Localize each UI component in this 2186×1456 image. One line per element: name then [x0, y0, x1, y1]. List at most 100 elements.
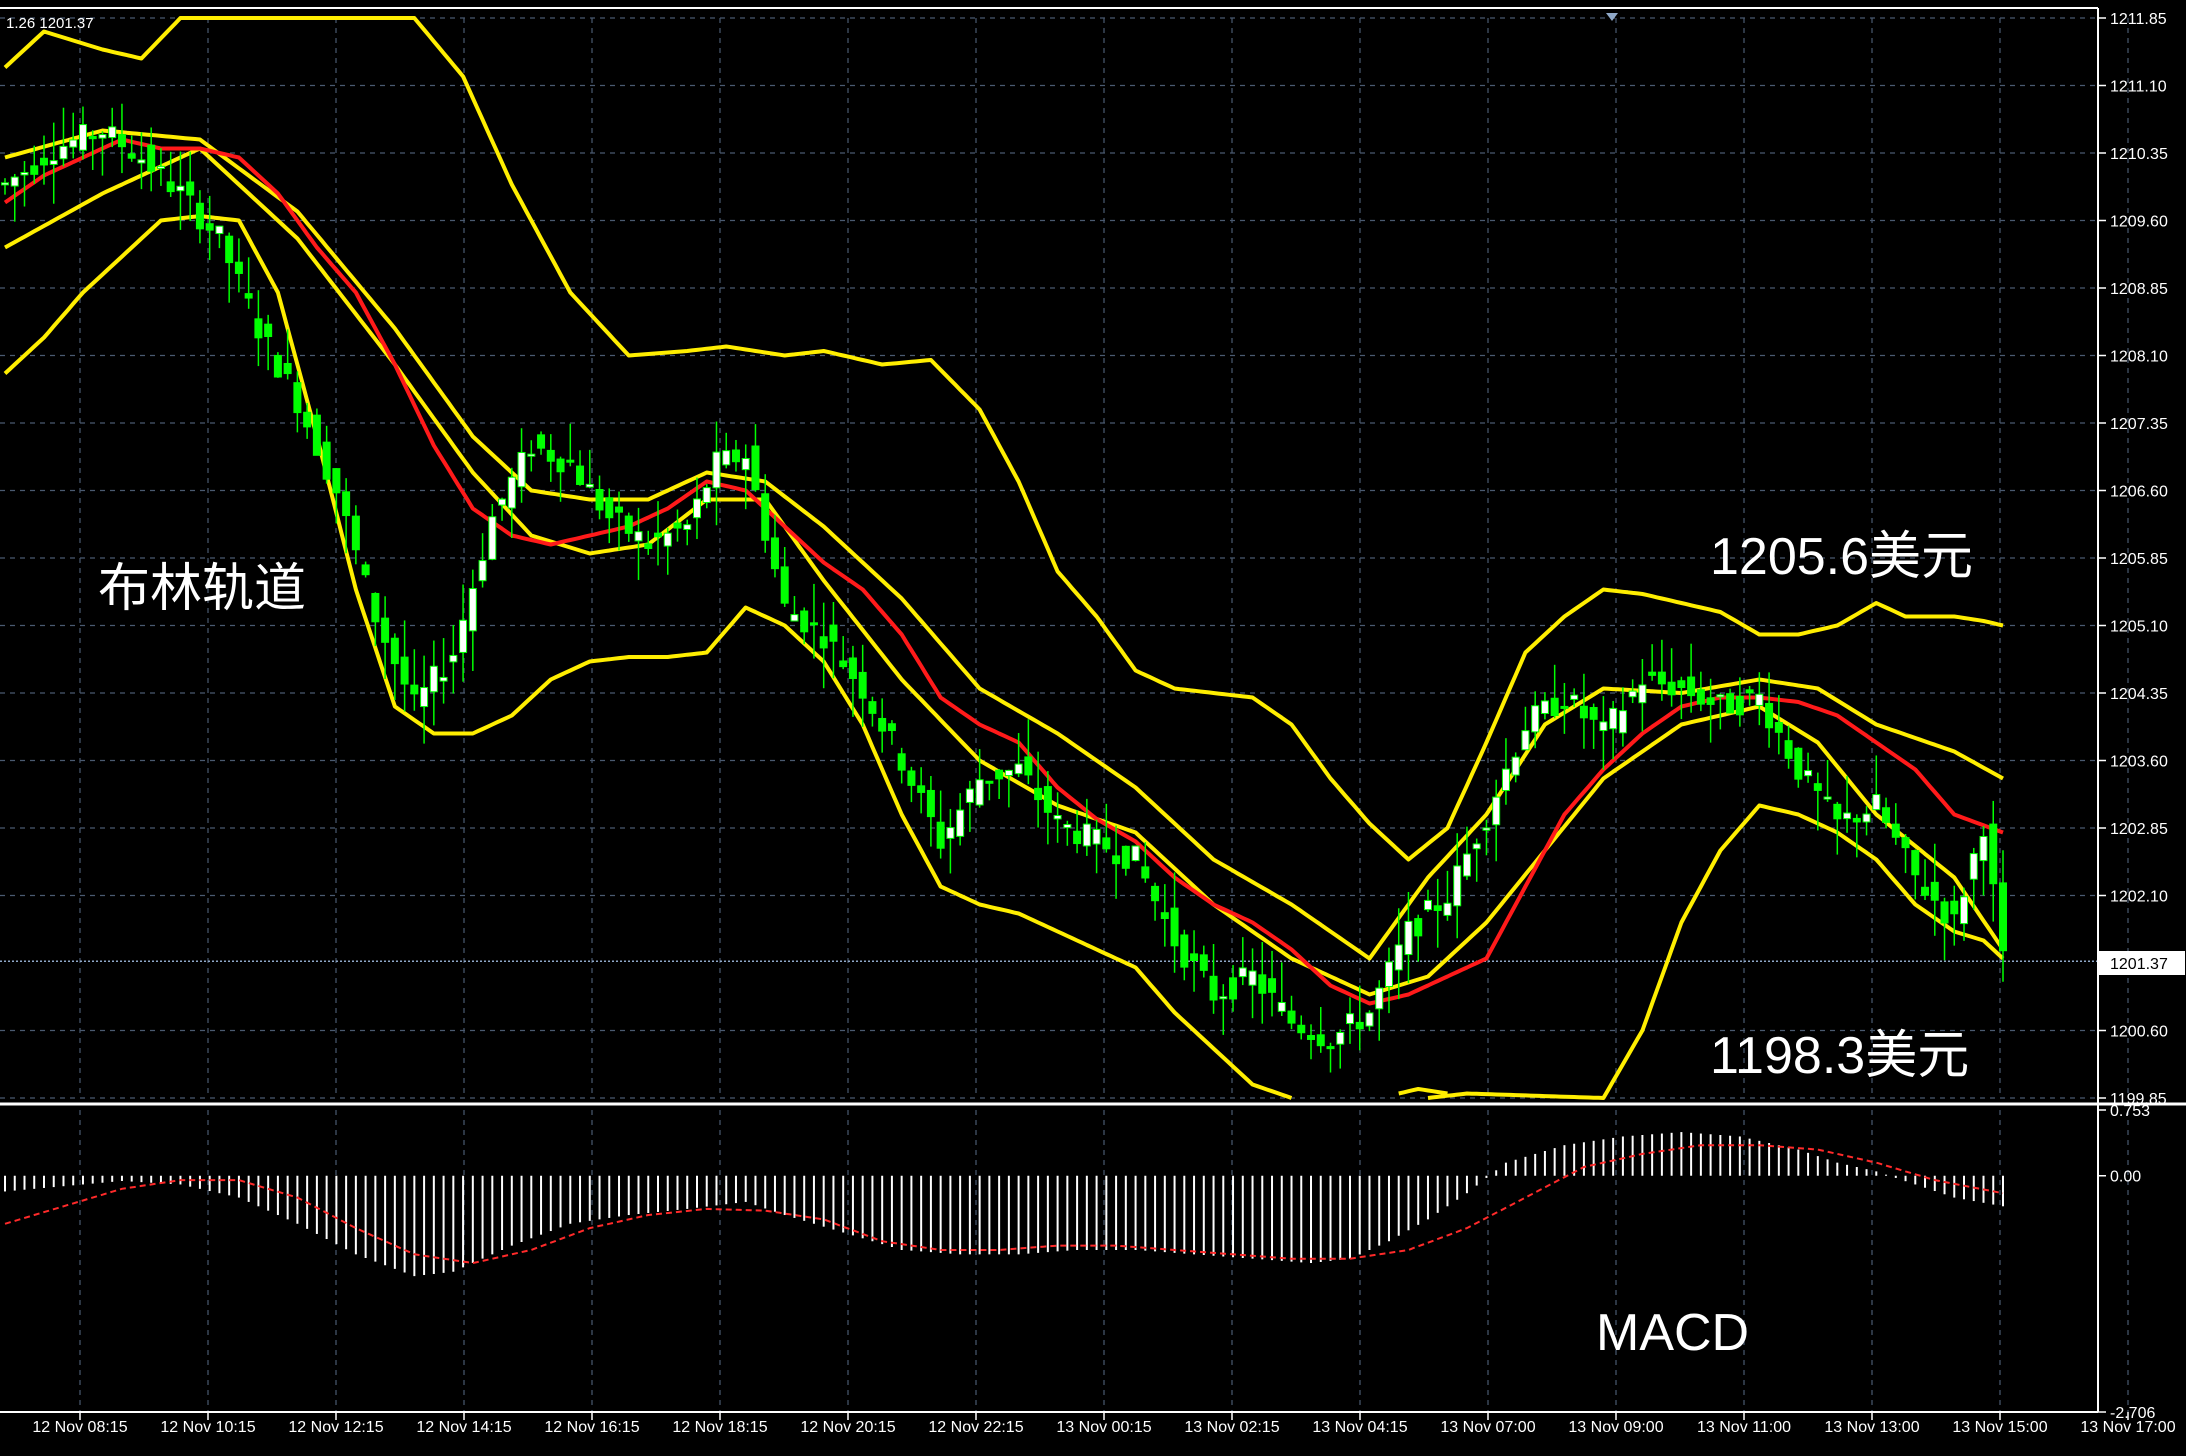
candle-up[interactable]	[1823, 796, 1832, 800]
candle-down[interactable]	[1326, 1046, 1335, 1050]
candle-up[interactable]	[98, 134, 107, 139]
candle-up[interactable]	[1521, 730, 1530, 751]
candle-up[interactable]	[59, 145, 68, 160]
candle-up[interactable]	[78, 124, 87, 151]
candle-down[interactable]	[1209, 975, 1218, 1001]
candle-down[interactable]	[254, 318, 263, 339]
candle-down[interactable]	[897, 753, 906, 771]
candle-down[interactable]	[322, 441, 331, 480]
candle-down[interactable]	[1989, 823, 1998, 885]
candle-up[interactable]	[156, 165, 165, 169]
candle-down[interactable]	[615, 506, 624, 513]
candle-down[interactable]	[887, 723, 896, 732]
candle-down[interactable]	[819, 636, 828, 649]
candle-down[interactable]	[1579, 705, 1588, 719]
candle-down[interactable]	[1190, 953, 1199, 962]
candle-down[interactable]	[342, 491, 351, 517]
candle-up[interactable]	[1404, 920, 1413, 956]
candle-down[interactable]	[1794, 747, 1803, 780]
candle-up[interactable]	[1082, 823, 1091, 847]
candle-down[interactable]	[1726, 693, 1735, 714]
candle-up[interactable]	[1394, 944, 1403, 971]
candle-up[interactable]	[108, 126, 117, 139]
candle-down[interactable]	[1229, 977, 1238, 1000]
candle-up[interactable]	[1219, 996, 1228, 1000]
candle-up[interactable]	[1462, 853, 1471, 877]
candle-up[interactable]	[1482, 827, 1491, 831]
candle-down[interactable]	[1589, 707, 1598, 720]
candle-up[interactable]	[1628, 690, 1637, 698]
candle-down[interactable]	[985, 780, 994, 784]
candle-up[interactable]	[137, 159, 146, 164]
candle-down[interactable]	[1287, 1010, 1296, 1024]
candle-up[interactable]	[1248, 970, 1257, 986]
candle-down[interactable]	[605, 497, 614, 519]
candle-up[interactable]	[1365, 1012, 1374, 1027]
candle-down[interactable]	[1307, 1034, 1316, 1040]
candle-up[interactable]	[468, 588, 477, 632]
candle-down[interactable]	[917, 785, 926, 793]
candle-up[interactable]	[1872, 794, 1881, 811]
candle-up[interactable]	[1862, 813, 1871, 823]
candle-up[interactable]	[1453, 865, 1462, 907]
trading-chart[interactable]: 1211.85 1211.10 1210.35 1209.60 1208.85 1208.…	[0, 0, 2186, 1456]
candle-down[interactable]	[731, 449, 740, 463]
candle-up[interactable]	[683, 524, 692, 530]
candle-down[interactable]	[673, 522, 682, 529]
candle-down[interactable]	[1648, 671, 1657, 676]
candle-down[interactable]	[1550, 697, 1559, 717]
candle-down[interactable]	[361, 564, 370, 576]
candle-down[interactable]	[878, 717, 887, 732]
candle-down[interactable]	[1706, 697, 1715, 705]
candle-up[interactable]	[741, 458, 750, 471]
candle-up[interactable]	[420, 687, 429, 708]
candle-down[interactable]	[654, 532, 663, 538]
candle-down[interactable]	[127, 153, 136, 159]
candle-down[interactable]	[1774, 722, 1783, 733]
candle-up[interactable]	[1618, 710, 1627, 734]
candle-down[interactable]	[595, 489, 604, 511]
candle-down[interactable]	[1950, 900, 1959, 915]
candle-down[interactable]	[332, 468, 341, 494]
candle-up[interactable]	[1599, 721, 1608, 732]
candle-up[interactable]	[507, 476, 516, 509]
candle-up[interactable]	[1131, 845, 1140, 862]
candle-down[interactable]	[936, 821, 945, 849]
candle-down[interactable]	[1170, 907, 1179, 947]
candle-up[interactable]	[965, 788, 974, 803]
candle-up[interactable]	[1843, 812, 1852, 820]
candle-down[interactable]	[1160, 912, 1169, 920]
candle-down[interactable]	[1882, 807, 1891, 823]
candle-up[interactable]	[439, 676, 448, 682]
candle-down[interactable]	[1180, 934, 1189, 968]
candle-down[interactable]	[1199, 954, 1208, 971]
candle-down[interactable]	[1433, 905, 1442, 911]
candle-down[interactable]	[234, 261, 243, 274]
candle-down[interactable]	[186, 181, 195, 196]
candle-up[interactable]	[69, 139, 78, 148]
candle-down[interactable]	[1073, 830, 1082, 845]
candle-up[interactable]	[975, 779, 984, 806]
candle-up[interactable]	[1501, 768, 1510, 792]
candle-up[interactable]	[1384, 961, 1393, 987]
candle-up[interactable]	[488, 516, 497, 560]
candle-down[interactable]	[381, 617, 390, 643]
candle-down[interactable]	[1696, 689, 1705, 705]
candle-up[interactable]	[527, 453, 536, 457]
candle-down[interactable]	[205, 223, 214, 231]
candle-down[interactable]	[1852, 817, 1861, 823]
candle-up[interactable]	[1492, 796, 1501, 826]
candle-down[interactable]	[1745, 689, 1754, 694]
candle-up[interactable]	[449, 654, 458, 663]
candle-up[interactable]	[478, 560, 487, 582]
candle-down[interactable]	[244, 293, 253, 299]
candle-down[interactable]	[1121, 845, 1130, 869]
candle-up[interactable]	[1969, 853, 1978, 880]
candle-up[interactable]	[634, 531, 643, 542]
candle-down[interactable]	[624, 515, 633, 534]
candle-down[interactable]	[546, 449, 555, 462]
candle-down[interactable]	[1833, 803, 1842, 820]
candle-down[interactable]	[351, 515, 360, 551]
candle-down[interactable]	[800, 610, 809, 633]
candle-up[interactable]	[10, 176, 19, 187]
